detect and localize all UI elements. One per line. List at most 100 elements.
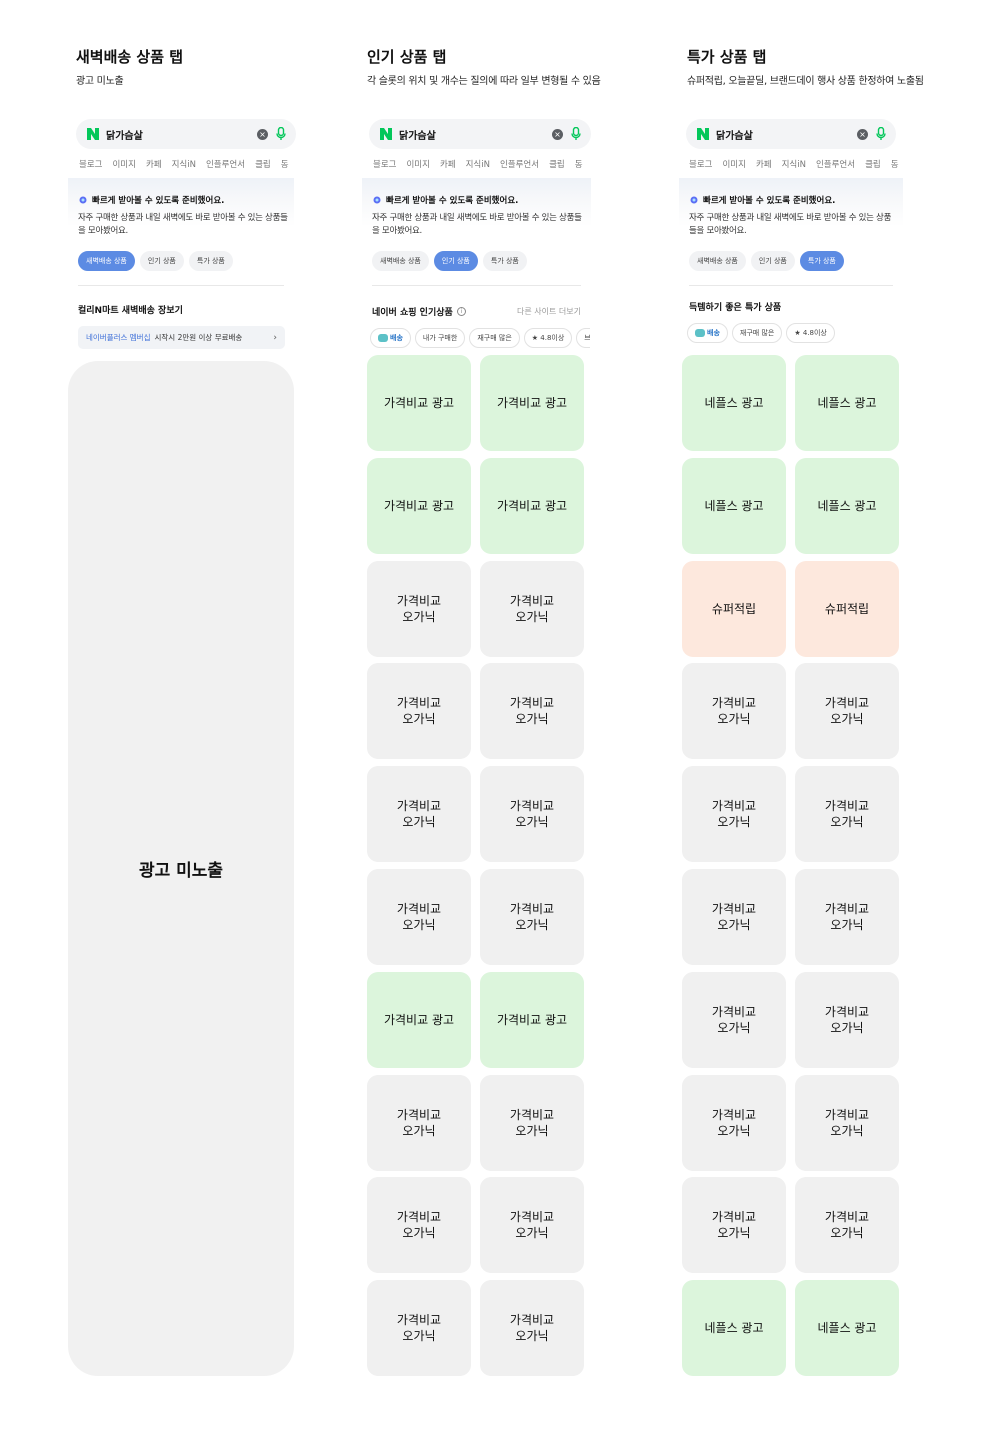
filter-rating[interactable]: ★ 4.8이상 xyxy=(523,328,573,348)
shopping-card: 빠르게 받아볼 수 있도록 준비했어요. 자주 구매한 상품과 내일 새벽에도 … xyxy=(362,178,591,286)
tab-influencer[interactable]: 인플루언서 xyxy=(500,158,539,170)
super-reward-tile[interactable]: 슈퍼적립 xyxy=(795,560,899,657)
filter-repurchase[interactable]: 재구매 많은 xyxy=(731,323,783,343)
organic-product-tile[interactable]: 가격비교 오가닉 xyxy=(480,1177,584,1274)
organic-product-tile[interactable]: 가격비교 오가닉 xyxy=(480,1074,584,1171)
column-title: 특가 상품 탭 xyxy=(687,48,767,66)
organic-product-tile[interactable]: 가격비교 오가닉 xyxy=(367,869,471,965)
organic-product-tile[interactable]: 가격비교 오가닉 xyxy=(795,663,899,760)
tab-influencer[interactable]: 인플루언서 xyxy=(816,158,855,170)
tab-blog[interactable]: 블로그 xyxy=(689,158,712,170)
tab-blog[interactable]: 블로그 xyxy=(373,158,396,170)
organic-product-tile[interactable]: 가격비교 오가닉 xyxy=(682,869,786,965)
chip-deal[interactable]: 특가 상품 xyxy=(482,251,527,271)
organic-product-tile[interactable]: 가격비교 오가닉 xyxy=(795,766,899,863)
clear-icon[interactable]: × xyxy=(257,128,268,140)
chip-popular[interactable]: 인기 상품 xyxy=(750,251,795,271)
tab-kin[interactable]: 지식iN xyxy=(466,158,490,170)
card-chip-group: 새벽배송 상품 인기 상품 특가 상품 xyxy=(689,251,849,271)
tab-kin[interactable]: 지식iN xyxy=(782,158,806,170)
divider xyxy=(78,285,284,286)
microphone-icon[interactable] xyxy=(571,127,581,141)
tab-more[interactable]: 동 xyxy=(575,158,583,170)
organic-product-tile[interactable]: 가격비교 오가닉 xyxy=(795,869,899,965)
chip-popular[interactable]: 인기 상품 xyxy=(433,251,478,271)
tab-kin[interactable]: 지식iN xyxy=(172,158,196,170)
tab-more[interactable]: 동 xyxy=(891,158,899,170)
organic-product-tile[interactable]: 가격비교 오가닉 xyxy=(480,869,584,965)
organic-product-tile[interactable]: 가격비교 오가닉 xyxy=(367,1280,471,1377)
organic-product-tile[interactable]: 가격비교 오가닉 xyxy=(367,1177,471,1274)
organic-product-tile[interactable]: 가격비교 오가닉 xyxy=(682,663,786,760)
filter-brand[interactable]: 브 xyxy=(576,328,590,348)
organic-product-tile[interactable]: 가격비교 오가닉 xyxy=(480,560,584,657)
chip-dawn-delivery[interactable]: 새벽배송 상품 xyxy=(689,251,746,271)
chip-dawn-delivery[interactable]: 새벽배송 상품 xyxy=(78,251,135,271)
organic-product-tile[interactable]: 가격비교 오가닉 xyxy=(367,663,471,760)
organic-product-tile[interactable]: 가격비교 오가닉 xyxy=(795,1177,899,1274)
tab-clip[interactable]: 클립 xyxy=(255,158,271,170)
ad-product-tile[interactable]: 가격비교 광고 xyxy=(367,457,471,554)
chip-deal[interactable]: 특가 상품 xyxy=(799,251,844,271)
chip-dawn-delivery[interactable]: 새벽배송 상품 xyxy=(372,251,429,271)
tab-more[interactable]: 동 xyxy=(281,158,289,170)
filter-repurchase[interactable]: 재구매 많은 xyxy=(469,328,520,348)
card-headline: 빠르게 받아볼 수 있도록 준비했어요. xyxy=(78,194,224,206)
more-sites-link[interactable]: 다른 사이트 더보기 xyxy=(517,306,581,317)
filter-rating[interactable]: ★ 4.8이상 xyxy=(786,323,835,343)
clear-icon[interactable]: × xyxy=(552,128,563,140)
filter-delivery[interactable]: 배송 xyxy=(687,323,728,343)
organic-product-tile[interactable]: 가격비교 오가닉 xyxy=(682,766,786,863)
naver-logo-icon xyxy=(380,128,392,140)
ad-product-tile[interactable]: 가격비교 광고 xyxy=(480,971,584,1068)
organic-product-tile[interactable]: 가격비교 오가닉 xyxy=(367,1074,471,1171)
tab-cafe[interactable]: 카페 xyxy=(146,158,162,170)
organic-product-tile[interactable]: 가격비교 오가닉 xyxy=(367,560,471,657)
info-icon[interactable]: i xyxy=(456,307,466,316)
microphone-icon[interactable] xyxy=(276,127,286,141)
membership-banner[interactable]: 네이버플러스 멤버십 시작시 2만원 이상 무료배송 › xyxy=(78,326,285,349)
organic-product-tile[interactable]: 가격비교 오가닉 xyxy=(795,971,899,1068)
search-bar[interactable]: 닭가슴살 × xyxy=(76,119,296,149)
ad-product-tile[interactable]: 네플스 광고 xyxy=(682,355,786,451)
tab-image[interactable]: 이미지 xyxy=(406,158,429,170)
tab-image[interactable]: 이미지 xyxy=(112,158,135,170)
filter-purchased[interactable]: 내가 구매한 xyxy=(414,328,466,348)
ad-product-tile[interactable]: 가격비교 광고 xyxy=(367,355,471,451)
ad-product-tile[interactable]: 가격비교 광고 xyxy=(480,457,584,554)
ad-product-tile[interactable]: 네플스 광고 xyxy=(795,457,899,554)
organic-product-tile[interactable]: 가격비교 오가닉 xyxy=(480,1280,584,1377)
search-query[interactable]: 닭가슴살 xyxy=(106,127,257,142)
chip-popular[interactable]: 인기 상품 xyxy=(139,251,184,271)
clear-icon[interactable]: × xyxy=(857,128,868,140)
organic-product-tile[interactable]: 가격비교 오가닉 xyxy=(795,1074,899,1171)
microphone-icon[interactable] xyxy=(876,127,886,141)
filter-delivery[interactable]: 배송 xyxy=(370,328,411,348)
ad-product-tile[interactable]: 가격비교 광고 xyxy=(480,355,584,451)
tab-cafe[interactable]: 카페 xyxy=(756,158,772,170)
super-reward-tile[interactable]: 슈퍼적립 xyxy=(682,560,786,657)
ad-product-tile[interactable]: 네플스 광고 xyxy=(682,457,786,554)
ad-product-tile[interactable]: 네플스 광고 xyxy=(682,1280,786,1377)
ad-product-tile[interactable]: 가격비교 광고 xyxy=(367,971,471,1068)
tab-blog[interactable]: 블로그 xyxy=(79,158,102,170)
tab-cafe[interactable]: 카페 xyxy=(440,158,456,170)
organic-product-tile[interactable]: 가격비교 오가닉 xyxy=(682,1177,786,1274)
chip-deal[interactable]: 특가 상품 xyxy=(188,251,233,271)
tab-clip[interactable]: 클립 xyxy=(549,158,565,170)
chevron-right-icon: › xyxy=(273,332,277,343)
organic-product-tile[interactable]: 가격비교 오가닉 xyxy=(480,663,584,760)
search-bar[interactable]: 닭가슴살 × xyxy=(369,119,591,149)
organic-product-tile[interactable]: 가격비교 오가닉 xyxy=(367,766,471,863)
search-bar[interactable]: 닭가슴살 × xyxy=(686,119,896,149)
search-query[interactable]: 닭가슴살 xyxy=(399,127,552,142)
organic-product-tile[interactable]: 가격비교 오가닉 xyxy=(480,766,584,863)
ad-product-tile[interactable]: 네플스 광고 xyxy=(795,355,899,451)
tab-image[interactable]: 이미지 xyxy=(722,158,745,170)
organic-product-tile[interactable]: 가격비교 오가닉 xyxy=(682,1074,786,1171)
ad-product-tile[interactable]: 네플스 광고 xyxy=(795,1280,899,1377)
tab-clip[interactable]: 클립 xyxy=(865,158,881,170)
search-query[interactable]: 닭가슴살 xyxy=(716,127,857,142)
tab-influencer[interactable]: 인플루언서 xyxy=(206,158,245,170)
organic-product-tile[interactable]: 가격비교 오가닉 xyxy=(682,971,786,1068)
